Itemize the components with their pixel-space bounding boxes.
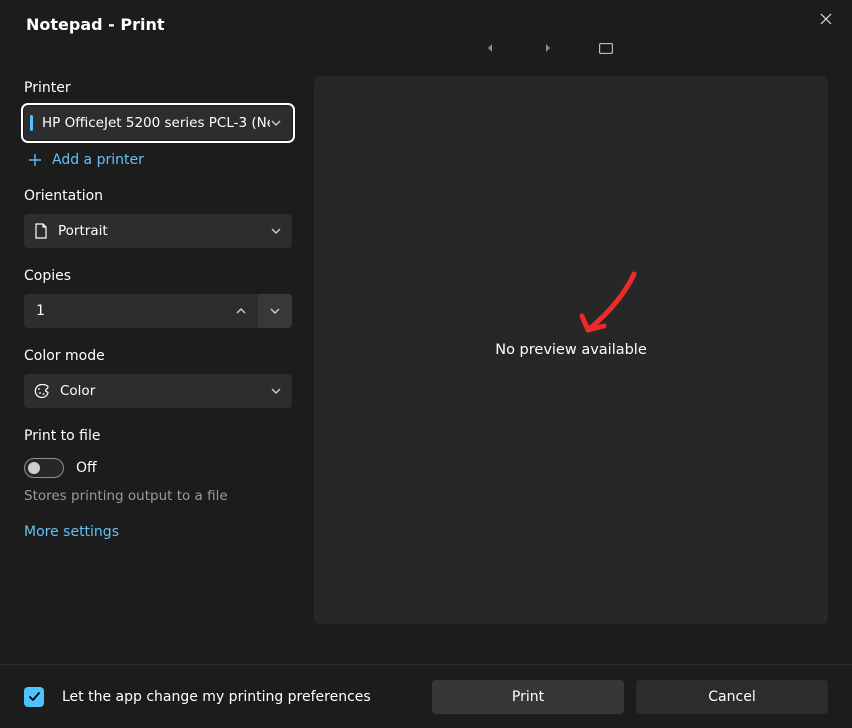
copies-spinner[interactable]: 1: [24, 294, 292, 328]
triangle-left-icon: [485, 43, 495, 53]
copies-increment-button[interactable]: [224, 294, 258, 328]
fullscreen-icon: [599, 43, 613, 54]
print-to-file-state: Off: [76, 460, 97, 476]
chevron-down-icon: [270, 385, 282, 397]
add-printer-link[interactable]: Add a printer: [24, 152, 296, 168]
printer-dropdown[interactable]: HP OfficeJet 5200 series PCL-3 (Net: [24, 106, 292, 140]
color-mode-label: Color mode: [24, 348, 296, 364]
more-settings-link[interactable]: More settings: [24, 524, 296, 540]
chevron-up-icon: [235, 305, 247, 317]
orientation-selected-value: Portrait: [58, 223, 270, 239]
chevron-down-icon: [270, 117, 282, 129]
dialog-title: Notepad - Print: [26, 15, 165, 34]
copies-label: Copies: [24, 268, 296, 284]
printer-label: Printer: [24, 80, 296, 96]
color-mode-selected-value: Color: [60, 383, 270, 399]
preview-pane: No preview available: [314, 76, 828, 624]
preview-prev-button[interactable]: [480, 38, 500, 58]
color-mode-dropdown[interactable]: Color: [24, 374, 292, 408]
plus-icon: [28, 153, 42, 167]
check-icon: [28, 690, 41, 703]
focus-indicator: [30, 115, 33, 131]
copies-value[interactable]: 1: [24, 303, 224, 319]
no-preview-text: No preview available: [495, 342, 647, 358]
close-icon: [820, 13, 832, 25]
print-to-file-toggle[interactable]: [24, 458, 64, 478]
preferences-checkbox-label: Let the app change my printing preferenc…: [62, 689, 420, 705]
preview-next-button[interactable]: [538, 38, 558, 58]
toggle-knob: [28, 462, 40, 474]
close-button[interactable]: [804, 4, 848, 34]
orientation-label: Orientation: [24, 188, 296, 204]
orientation-dropdown[interactable]: Portrait: [24, 214, 292, 248]
add-printer-label: Add a printer: [52, 152, 144, 168]
copies-decrement-button[interactable]: [258, 294, 292, 328]
print-button[interactable]: Print: [432, 680, 624, 714]
print-to-file-label: Print to file: [24, 428, 296, 444]
portrait-page-icon: [34, 223, 48, 239]
print-to-file-help: Stores printing output to a file: [24, 488, 296, 504]
preferences-checkbox[interactable]: [24, 687, 44, 707]
preview-fullscreen-button[interactable]: [596, 38, 616, 58]
chevron-down-icon: [270, 225, 282, 237]
chevron-down-icon: [269, 305, 281, 317]
printer-selected-value: HP OfficeJet 5200 series PCL-3 (Net: [42, 115, 270, 131]
cancel-button[interactable]: Cancel: [636, 680, 828, 714]
triangle-right-icon: [543, 43, 553, 53]
palette-icon: [34, 383, 50, 399]
